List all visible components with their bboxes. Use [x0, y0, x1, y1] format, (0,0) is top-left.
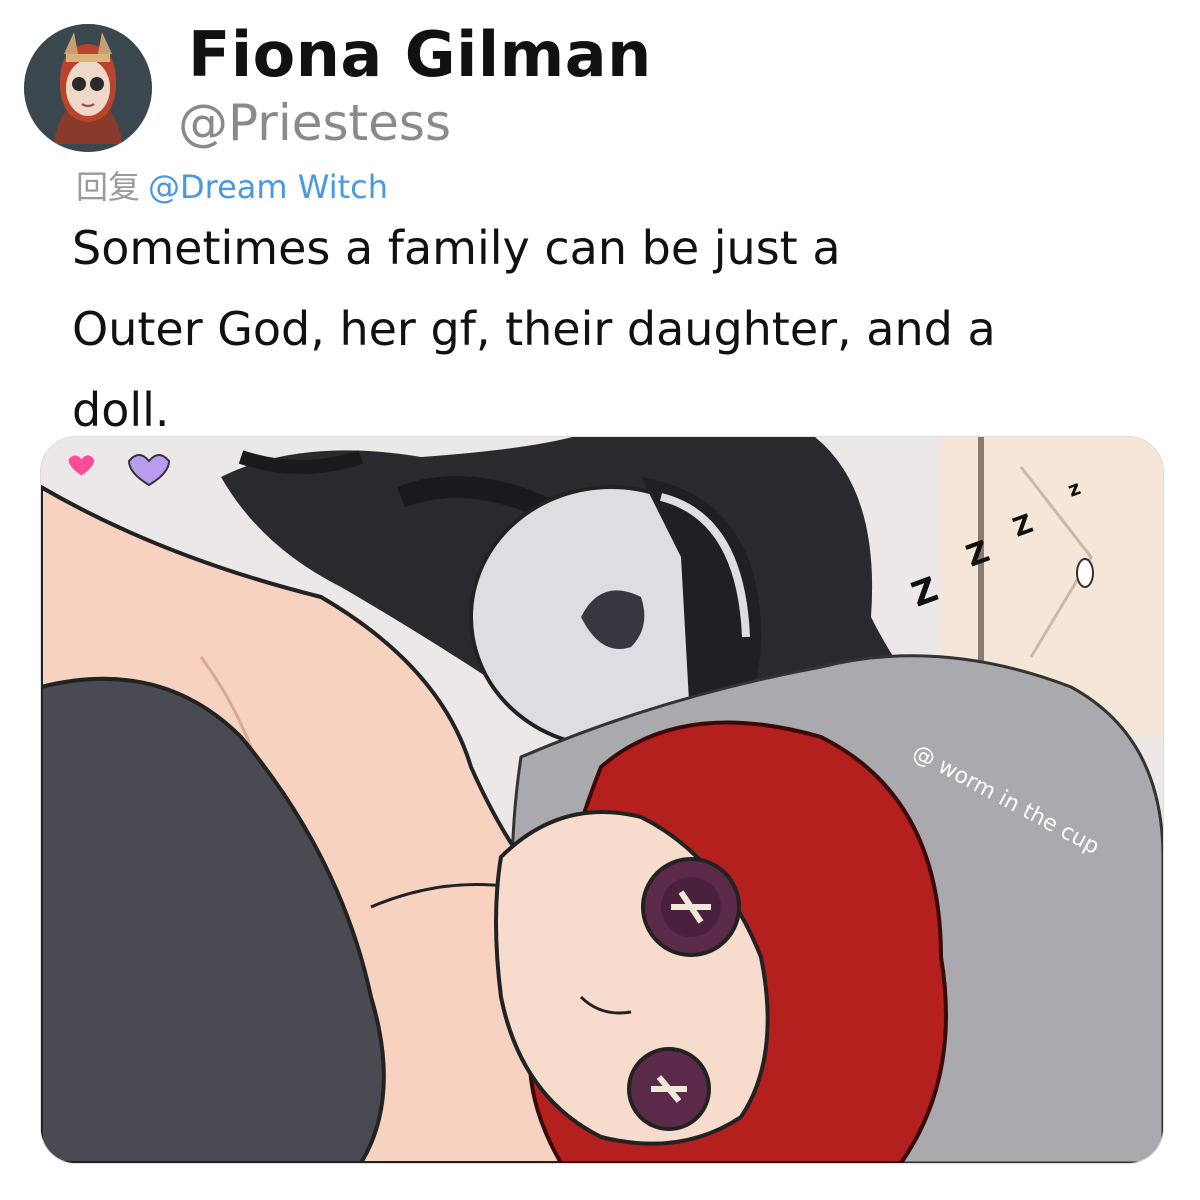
avatar[interactable] [24, 24, 152, 152]
display-name[interactable]: Fiona Gilman [188, 18, 652, 91]
illustration: Z Z Z z @ worm in the cup [41, 437, 1163, 1163]
user-handle[interactable]: @Priestess [178, 94, 451, 152]
reply-prefix: 回复 [76, 168, 141, 206]
reply-context: 回复 @Dream Witch [76, 162, 388, 208]
avatar-icon [24, 24, 152, 152]
tweet-text: Sometimes a family can be just a Outer G… [72, 221, 996, 437]
tweet-media-image[interactable]: Z Z Z z @ worm in the cup [40, 436, 1164, 1164]
reply-mention-link[interactable]: @Dream Witch [148, 168, 388, 206]
